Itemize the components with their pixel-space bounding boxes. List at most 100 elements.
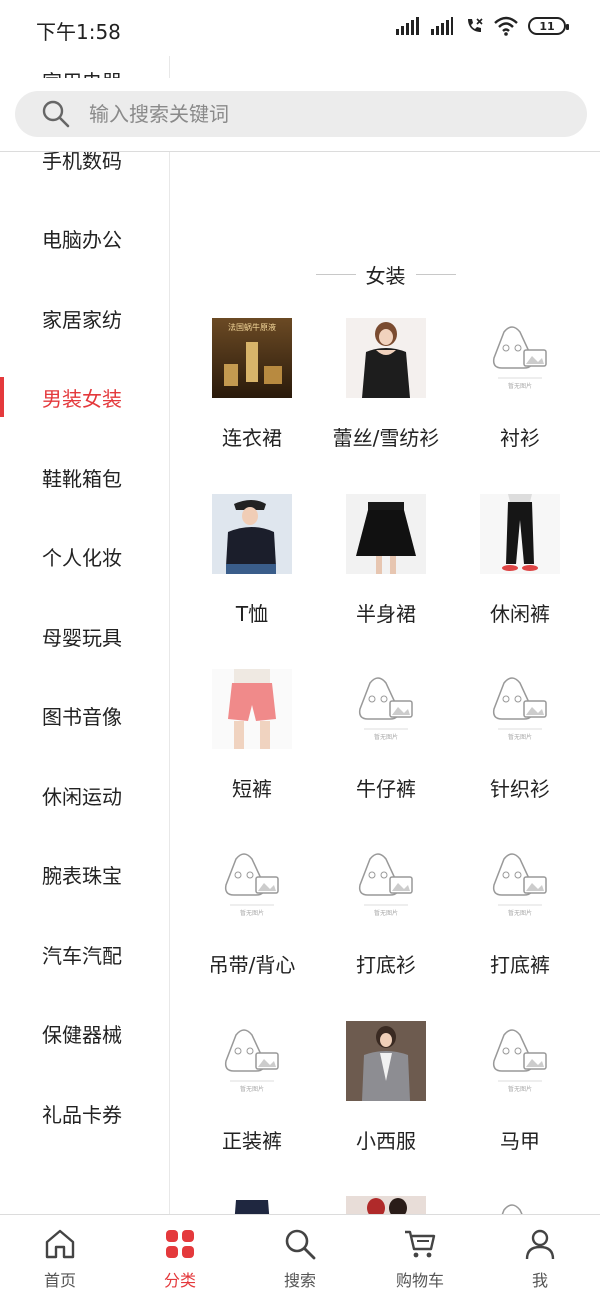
category-item-leggings[interactable]: 暂无图片 打底裤 bbox=[453, 832, 587, 1002]
sidebar-item-label: 汽车汽配 bbox=[42, 944, 122, 968]
product-thumbnail bbox=[212, 1196, 292, 1214]
signal-icon bbox=[431, 17, 453, 35]
sidebar-item-label: 个人化妆 bbox=[42, 546, 122, 570]
sidebar-item-gift-cards[interactable]: 礼品卡券 bbox=[0, 1074, 169, 1153]
category-item-label: 正装裤 bbox=[222, 1129, 282, 1153]
sidebar-item-watches[interactable]: 腕表珠宝 bbox=[0, 835, 169, 914]
sidebar-item-label: 男装女装 bbox=[42, 387, 122, 411]
coat-photo bbox=[346, 1196, 426, 1214]
tab-search[interactable]: 搜索 bbox=[240, 1215, 360, 1300]
category-item-label: 衬衫 bbox=[500, 426, 540, 450]
tab-home[interactable]: 首页 bbox=[0, 1215, 120, 1300]
sidebar-item-clothing[interactable]: 男装女装 bbox=[0, 358, 169, 437]
sidebar-item-health[interactable]: 保健器械 bbox=[0, 994, 169, 1073]
no-image-icon: 暂无图片 bbox=[492, 1029, 547, 1093]
category-item-dress[interactable]: 法国蜗牛原液 连衣裙 bbox=[185, 305, 319, 475]
placeholder-thumbnail bbox=[480, 1196, 560, 1214]
section-title-text: 女装 bbox=[365, 264, 406, 288]
category-item-label: 牛仔裤 bbox=[356, 777, 416, 801]
sidebar-item-books[interactable]: 图书音像 bbox=[0, 676, 169, 755]
bottom-tab-bar: 首页 分类 搜索 购物车 我 bbox=[0, 1214, 600, 1300]
skirt-photo bbox=[346, 494, 426, 574]
category-item-shorts[interactable]: 短裤 bbox=[185, 656, 319, 826]
placeholder-thumbnail: 暂无图片 bbox=[346, 845, 426, 925]
search-icon bbox=[285, 1229, 316, 1260]
no-image-icon: 暂无图片 bbox=[358, 853, 413, 917]
tab-label: 搜索 bbox=[283, 1271, 316, 1290]
battery-level: 11 bbox=[539, 19, 555, 33]
category-item-dress-pants[interactable]: 暂无图片 正装裤 bbox=[185, 1008, 319, 1178]
category-item-shirt[interactable]: 暂无图片 衬衫 bbox=[453, 305, 587, 475]
call-muted-icon bbox=[468, 18, 483, 32]
category-item-vest[interactable]: 暂无图片 马甲 bbox=[453, 1008, 587, 1178]
tab-category[interactable]: 分类 bbox=[120, 1215, 240, 1300]
title-divider-left bbox=[315, 274, 356, 275]
placeholder-caption: 暂无图片 bbox=[508, 909, 532, 917]
category-item-base-shirt[interactable]: 暂无图片 打底衫 bbox=[319, 832, 453, 1002]
category-sidebar[interactable]: 家用电器 手机数码 电脑办公 家居家纺 男装女装 鞋靴箱包 个人化妆 母婴玩具 … bbox=[0, 40, 170, 1214]
sidebar-item-makeup[interactable]: 个人化妆 bbox=[0, 517, 169, 596]
section-title: 女装 bbox=[171, 260, 600, 289]
sidebar-item-label: 母婴玩具 bbox=[42, 626, 122, 650]
category-item-label: 打底衫 bbox=[356, 953, 416, 977]
no-image-icon: 暂无图片 bbox=[492, 853, 547, 917]
sidebar-item-label: 腕表珠宝 bbox=[42, 864, 122, 888]
product-thumbnail bbox=[346, 318, 426, 398]
placeholder-thumbnail: 暂无图片 bbox=[212, 1021, 292, 1101]
category-item-label: 连衣裙 bbox=[222, 426, 282, 450]
category-item-lace-chiffon[interactable]: 蕾丝/雪纺衫 bbox=[319, 305, 453, 475]
category-item-partial[interactable] bbox=[185, 1183, 319, 1214]
product-thumbnail bbox=[346, 494, 426, 574]
search-area bbox=[0, 78, 600, 152]
placeholder-caption: 暂无图片 bbox=[508, 1085, 532, 1093]
category-item-partial[interactable] bbox=[319, 1183, 453, 1214]
no-image-icon: 暂无图片 bbox=[492, 677, 547, 741]
category-item-skirt[interactable]: 半身裙 bbox=[319, 481, 453, 651]
sidebar-item-shoes-bags[interactable]: 鞋靴箱包 bbox=[0, 438, 169, 517]
sidebar-item-sports[interactable]: 休闲运动 bbox=[0, 756, 169, 835]
placeholder-caption: 暂无图片 bbox=[508, 733, 532, 741]
product-thumbnail: 法国蜗牛原液 bbox=[212, 318, 292, 398]
sidebar-item-baby-toys[interactable]: 母婴玩具 bbox=[0, 597, 169, 676]
no-image-icon: 暂无图片 bbox=[492, 326, 547, 390]
status-bar: 下午1:58 11 bbox=[0, 0, 600, 56]
signal-hd-icon bbox=[396, 17, 419, 35]
category-item-blazer[interactable]: 小西服 bbox=[319, 1008, 453, 1178]
tab-me[interactable]: 我 bbox=[480, 1215, 600, 1300]
placeholder-thumbnail: 暂无图片 bbox=[480, 1021, 560, 1101]
lace-top-photo bbox=[346, 318, 426, 398]
sidebar-item-auto[interactable]: 汽车汽配 bbox=[0, 915, 169, 994]
sidebar-item-label: 鞋靴箱包 bbox=[42, 467, 122, 491]
tab-cart[interactable]: 购物车 bbox=[360, 1215, 480, 1300]
sidebar-item-home[interactable]: 家居家纺 bbox=[0, 279, 169, 358]
pants-photo bbox=[480, 494, 560, 574]
photo-caption: 法国蜗牛原液 bbox=[228, 322, 276, 332]
category-content[interactable]: 女装 法国蜗牛原液 连衣裙 蕾丝/雪纺衫 暂无图片 衬衫 T恤 半身裙 休闲裤 … bbox=[171, 152, 600, 1214]
search-input[interactable] bbox=[89, 102, 509, 126]
category-item-jeans[interactable]: 暂无图片 牛仔裤 bbox=[319, 656, 453, 826]
sidebar-item-label: 图书音像 bbox=[42, 705, 122, 729]
category-item-casual-pants[interactable]: 休闲裤 bbox=[453, 481, 587, 651]
wifi-icon bbox=[494, 16, 518, 36]
category-item-tshirt[interactable]: T恤 bbox=[185, 481, 319, 651]
tshirt-photo bbox=[212, 494, 292, 574]
sidebar-item-computer[interactable]: 电脑办公 bbox=[0, 199, 169, 278]
placeholder-caption: 暂无图片 bbox=[240, 1085, 264, 1093]
placeholder-thumbnail: 暂无图片 bbox=[480, 318, 560, 398]
no-image-icon: 暂无图片 bbox=[358, 677, 413, 741]
sidebar-item-label: 电脑办公 bbox=[42, 228, 122, 252]
search-box[interactable] bbox=[15, 91, 587, 137]
category-item-camisole[interactable]: 暂无图片 吊带/背心 bbox=[185, 832, 319, 1002]
placeholder-thumbnail: 暂无图片 bbox=[480, 845, 560, 925]
battery-icon: 11 bbox=[528, 17, 569, 35]
placeholder-caption: 暂无图片 bbox=[508, 382, 532, 390]
category-item-label: 休闲裤 bbox=[490, 602, 550, 626]
tab-label: 我 bbox=[531, 1271, 548, 1290]
tab-label: 购物车 bbox=[395, 1271, 444, 1290]
category-item-label: 半身裙 bbox=[356, 602, 416, 626]
category-item-knitwear[interactable]: 暂无图片 针织衫 bbox=[453, 656, 587, 826]
cart-icon bbox=[405, 1230, 436, 1258]
jacket-photo bbox=[212, 1196, 292, 1214]
category-item-label: 马甲 bbox=[500, 1129, 540, 1153]
category-item-partial[interactable] bbox=[453, 1183, 587, 1214]
